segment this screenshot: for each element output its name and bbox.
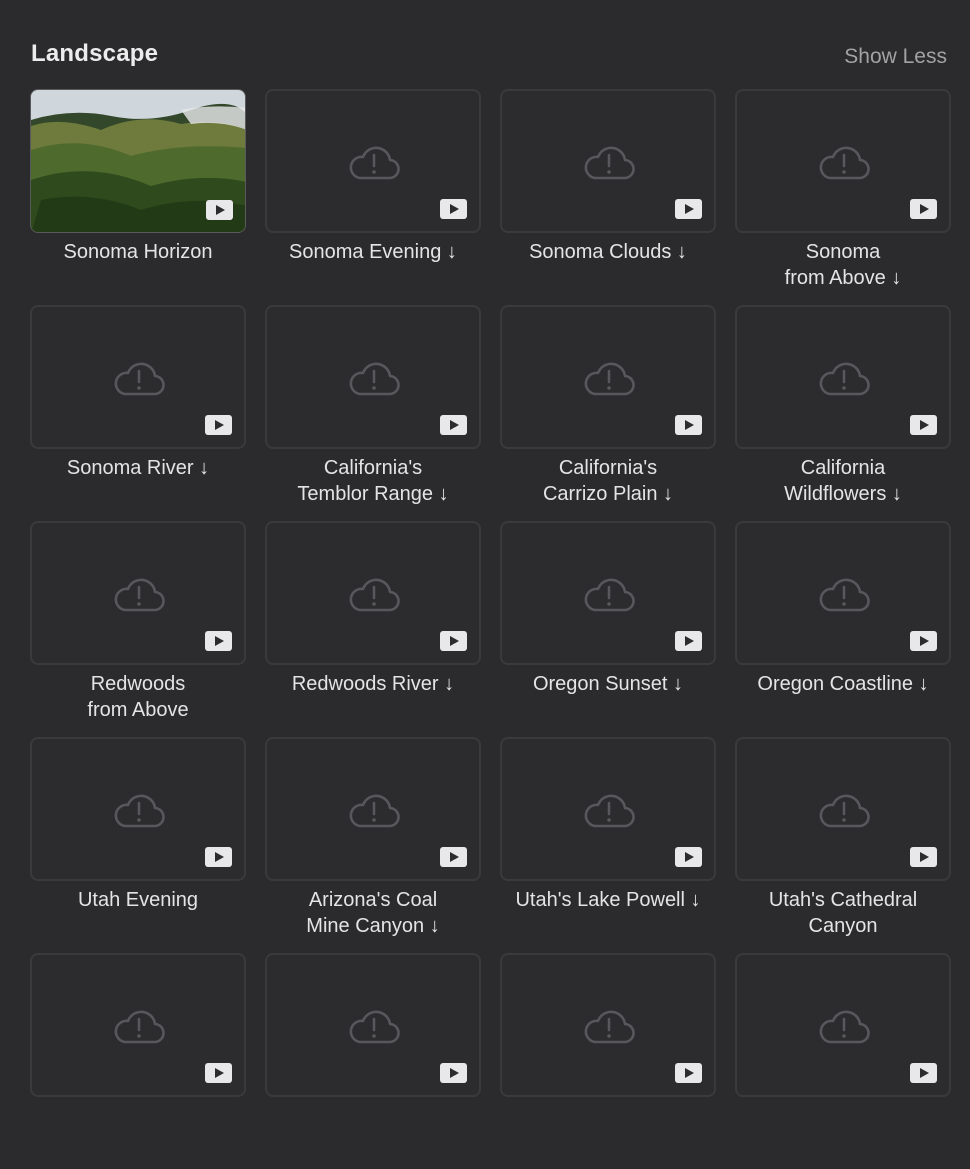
wallpaper-thumbnail-placeholder[interactable] xyxy=(265,89,481,233)
wallpaper-label: Redwoods from Above xyxy=(87,673,189,721)
section-title: Landscape xyxy=(31,40,159,67)
cloud-exclamation-icon xyxy=(113,792,165,830)
cloud-exclamation-icon xyxy=(818,576,870,614)
play-video-icon xyxy=(910,1063,937,1083)
wallpaper-thumbnail-placeholder[interactable] xyxy=(500,737,716,881)
wallpaper-tile[interactable]: Sonoma Evening ↓ xyxy=(265,89,481,305)
wallpaper-thumbnail-placeholder[interactable] xyxy=(265,737,481,881)
play-video-icon xyxy=(205,415,232,435)
play-video-icon xyxy=(440,1063,467,1083)
wallpaper-thumbnail-placeholder[interactable] xyxy=(265,305,481,449)
wallpaper-thumbnail-placeholder[interactable] xyxy=(500,953,716,1097)
play-video-icon xyxy=(675,847,702,867)
play-video-icon xyxy=(910,847,937,867)
wallpaper-tile[interactable]: Utah Evening xyxy=(30,737,246,953)
cloud-exclamation-icon xyxy=(583,360,635,398)
play-video-icon xyxy=(205,631,232,651)
play-video-icon xyxy=(440,415,467,435)
wallpaper-thumbnail-image[interactable] xyxy=(30,89,246,233)
cloud-exclamation-icon xyxy=(348,360,400,398)
section-header: Landscape Show Less xyxy=(31,40,947,76)
cloud-exclamation-icon xyxy=(583,144,635,182)
wallpaper-label: Redwoods River ↓ xyxy=(291,673,455,695)
wallpaper-tile[interactable] xyxy=(265,953,481,1169)
play-video-icon xyxy=(206,200,233,220)
wallpaper-tile[interactable]: Oregon Sunset ↓ xyxy=(500,521,716,737)
wallpaper-thumbnail-placeholder[interactable] xyxy=(265,521,481,665)
show-less-button[interactable]: Show Less xyxy=(844,45,947,69)
cloud-exclamation-icon xyxy=(348,792,400,830)
play-video-icon xyxy=(205,1063,232,1083)
wallpaper-label: California's Temblor Range ↓ xyxy=(297,457,449,505)
cloud-exclamation-icon xyxy=(113,1008,165,1046)
cloud-exclamation-icon xyxy=(348,144,400,182)
wallpaper-thumbnail-placeholder[interactable] xyxy=(30,737,246,881)
wallpaper-label: Arizona's Coal Mine Canyon ↓ xyxy=(306,889,440,937)
wallpaper-thumbnail-placeholder[interactable] xyxy=(30,953,246,1097)
play-video-icon xyxy=(675,1063,702,1083)
play-video-icon xyxy=(910,631,937,651)
wallpaper-label: Sonoma Evening ↓ xyxy=(289,241,457,263)
wallpaper-tile[interactable]: Utah's Lake Powell ↓ xyxy=(500,737,716,953)
wallpaper-tile[interactable] xyxy=(30,953,246,1169)
wallpaper-label: Utah's Lake Powell ↓ xyxy=(515,889,701,911)
wallpaper-tile[interactable]: Oregon Coastline ↓ xyxy=(735,521,951,737)
wallpaper-tile[interactable]: Redwoods River ↓ xyxy=(265,521,481,737)
play-video-icon xyxy=(675,631,702,651)
cloud-exclamation-icon xyxy=(818,144,870,182)
wallpaper-tile[interactable]: California's Temblor Range ↓ xyxy=(265,305,481,521)
wallpaper-thumbnail-placeholder[interactable] xyxy=(735,521,951,665)
cloud-exclamation-icon xyxy=(348,1008,400,1046)
cloud-exclamation-icon xyxy=(818,1008,870,1046)
wallpaper-thumbnail-placeholder[interactable] xyxy=(500,521,716,665)
wallpaper-thumbnail-placeholder[interactable] xyxy=(735,305,951,449)
play-video-icon xyxy=(440,631,467,651)
cloud-exclamation-icon xyxy=(348,576,400,614)
wallpaper-label: Sonoma Horizon xyxy=(63,241,213,263)
wallpaper-label: Utah's Cathedral Canyon xyxy=(768,889,918,937)
cloud-exclamation-icon xyxy=(583,576,635,614)
wallpaper-thumbnail-placeholder[interactable] xyxy=(500,89,716,233)
wallpaper-thumbnail-placeholder[interactable] xyxy=(735,89,951,233)
wallpaper-label: Sonoma Clouds ↓ xyxy=(529,241,687,263)
wallpaper-thumbnail-placeholder[interactable] xyxy=(30,305,246,449)
wallpaper-tile[interactable]: Sonoma Horizon xyxy=(30,89,246,305)
wallpaper-tile[interactable]: Sonoma Clouds ↓ xyxy=(500,89,716,305)
wallpaper-thumbnail-placeholder[interactable] xyxy=(30,521,246,665)
cloud-exclamation-icon xyxy=(113,576,165,614)
wallpaper-label: Oregon Sunset ↓ xyxy=(532,673,684,695)
wallpaper-tile[interactable]: California's Carrizo Plain ↓ xyxy=(500,305,716,521)
wallpaper-thumbnail-placeholder[interactable] xyxy=(735,953,951,1097)
wallpaper-tile[interactable]: Sonoma from Above ↓ xyxy=(735,89,951,305)
wallpaper-thumbnail-placeholder[interactable] xyxy=(500,305,716,449)
wallpaper-thumbnail-placeholder[interactable] xyxy=(735,737,951,881)
wallpaper-thumbnail-placeholder[interactable] xyxy=(265,953,481,1097)
play-video-icon xyxy=(205,847,232,867)
play-video-icon xyxy=(440,847,467,867)
cloud-exclamation-icon xyxy=(818,360,870,398)
wallpaper-label: Sonoma River ↓ xyxy=(66,457,210,479)
wallpaper-label: Sonoma from Above ↓ xyxy=(784,241,902,289)
cloud-exclamation-icon xyxy=(583,792,635,830)
wallpaper-tile[interactable]: Utah's Cathedral Canyon xyxy=(735,737,951,953)
wallpaper-label: California's Carrizo Plain ↓ xyxy=(542,457,674,505)
wallpaper-label: Utah Evening xyxy=(77,889,199,911)
cloud-exclamation-icon xyxy=(583,1008,635,1046)
wallpaper-label: California Wildflowers ↓ xyxy=(784,457,902,505)
play-video-icon xyxy=(675,199,702,219)
wallpaper-tile[interactable]: California Wildflowers ↓ xyxy=(735,305,951,521)
wallpaper-label: Oregon Coastline ↓ xyxy=(757,673,929,695)
wallpaper-tile[interactable]: Sonoma River ↓ xyxy=(30,305,246,521)
cloud-exclamation-icon xyxy=(113,360,165,398)
wallpaper-grid: Sonoma Horizon Sonoma Evening ↓ Sonoma Clo… xyxy=(30,89,952,1169)
cloud-exclamation-icon xyxy=(818,792,870,830)
play-video-icon xyxy=(910,199,937,219)
play-video-icon xyxy=(675,415,702,435)
wallpaper-tile[interactable] xyxy=(735,953,951,1169)
wallpaper-tile[interactable] xyxy=(500,953,716,1169)
wallpaper-tile[interactable]: Arizona's Coal Mine Canyon ↓ xyxy=(265,737,481,953)
play-video-icon xyxy=(910,415,937,435)
wallpaper-tile[interactable]: Redwoods from Above xyxy=(30,521,246,737)
play-video-icon xyxy=(440,199,467,219)
